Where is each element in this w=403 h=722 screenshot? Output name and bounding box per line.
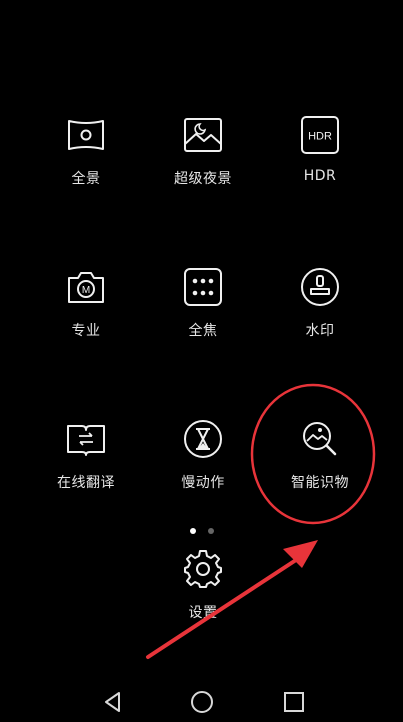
mode-pro[interactable]: M 专业 [31,266,141,340]
hdr-icon-text: HDR [308,131,332,143]
pro-icon-text: M [82,285,90,296]
mode-label: 全焦 [188,323,218,339]
page-dot-active [190,528,196,534]
mode-label: 超级夜景 [174,171,232,187]
page-dot [208,528,215,534]
mode-label: 在线翻译 [57,475,115,491]
night-scene-icon [184,118,222,152]
mode-panorama[interactable]: 全景 [31,114,141,188]
page-indicator [190,519,221,538]
hourglass-icon [184,420,222,458]
mode-slow-motion[interactable]: 慢动作 [148,418,258,492]
mode-label: 慢动作 [181,475,225,491]
mode-label: 全景 [71,171,101,187]
watermark-stamp-icon [301,268,339,306]
panorama-icon [68,120,104,150]
mode-label: 水印 [305,323,335,339]
mode-watermark[interactable]: 水印 [265,266,375,340]
system-nav-bar [0,680,403,722]
mode-hdr[interactable]: HDR HDR [265,114,375,184]
mode-label: HDR [303,168,337,184]
mode-label: 智能识物 [291,475,349,491]
all-focus-icon [184,268,222,306]
image-search-icon [303,422,337,456]
gear-icon [184,550,222,588]
hdr-icon: HDR [301,116,339,154]
recents-square-icon[interactable] [282,690,306,714]
translate-book-icon [67,425,105,456]
arrow-head [283,540,318,568]
settings-button[interactable]: 设置 [148,548,258,622]
pro-camera-icon: M [68,272,104,303]
mode-smart-recognition[interactable]: 智能识物 [265,418,375,492]
settings-label: 设置 [188,605,218,621]
back-triangle-icon[interactable] [101,690,125,714]
home-circle-icon[interactable] [190,690,214,714]
mode-translate[interactable]: 在线翻译 [31,418,141,492]
mode-all-focus[interactable]: 全焦 [148,266,258,340]
mode-night-scene[interactable]: 超级夜景 [148,114,258,188]
mode-label: 专业 [71,323,101,339]
